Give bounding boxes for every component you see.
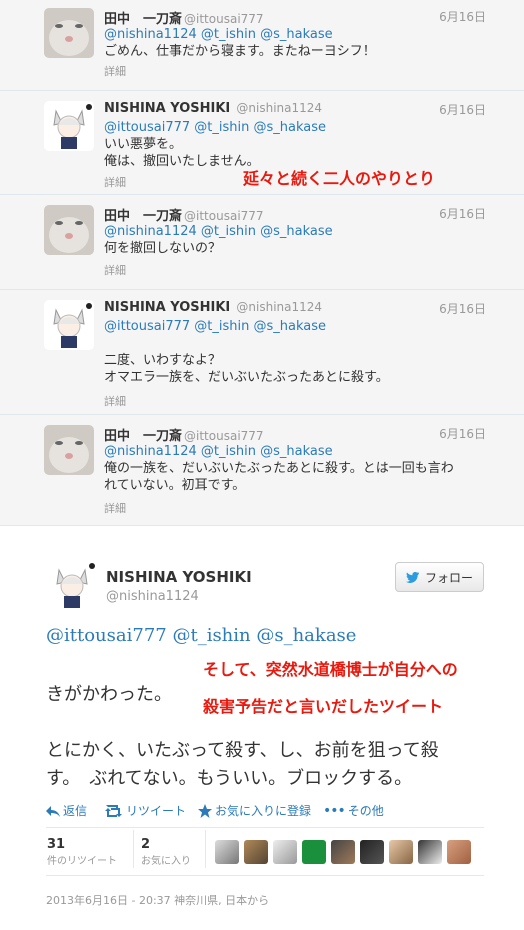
detail-link[interactable]: 詳細 xyxy=(104,262,126,278)
retweeter-avatar[interactable] xyxy=(302,840,326,864)
reply-action[interactable]: 返信 xyxy=(46,802,87,819)
tweet-mentions[interactable]: @ittousai777 @t_ishin @s_hakase xyxy=(104,119,504,136)
tweet-author-handle[interactable]: @nishina1124 xyxy=(236,300,322,314)
reply-tweet[interactable]: 田中 一刀斎 @ittousai777 6月16日 @nishina1124 @t… xyxy=(0,415,524,526)
stat-divider xyxy=(133,830,134,868)
tweet-date[interactable]: 6月16日 xyxy=(439,300,486,317)
tweet-author-name[interactable]: 田中 一刀斎 xyxy=(104,429,182,444)
tweet-author-handle[interactable]: @ittousai777 xyxy=(184,429,264,443)
favorite-count[interactable]: 2 お気に入り xyxy=(141,837,191,867)
retweet-count[interactable]: 31 件のリツイート xyxy=(47,837,117,867)
retweeter-avatar[interactable] xyxy=(273,840,297,864)
retweeter-avatar[interactable] xyxy=(215,840,239,864)
tweet-author-name[interactable]: NISHINA YOSHIKI xyxy=(104,101,230,116)
divider xyxy=(46,875,484,876)
divider xyxy=(46,827,484,828)
retweeter-avatar[interactable] xyxy=(360,840,384,864)
main-mentions[interactable]: @ittousai777 @t_ishin @s_hakase xyxy=(46,625,356,646)
cat-avatar[interactable] xyxy=(44,8,94,58)
anime-avatar[interactable] xyxy=(44,300,94,350)
main-author-name[interactable]: NISHINA YOSHIKI xyxy=(106,568,252,586)
tweet-timestamp[interactable]: 2013年6月16日 - 20:37 神奈川県, 日本から xyxy=(46,892,269,908)
cat-avatar[interactable] xyxy=(44,205,94,255)
retweeter-avatar[interactable] xyxy=(418,840,442,864)
tweet-author-handle[interactable]: @ittousai777 xyxy=(184,12,264,26)
reply-tweet[interactable]: 田中 一刀斎 @ittousai777 6月16日 @nishina1124 @t… xyxy=(0,0,524,91)
reply-label: 返信 xyxy=(63,804,88,818)
retweeter-avatar[interactable] xyxy=(244,840,268,864)
follow-button[interactable]: フォロー xyxy=(395,562,484,592)
retweet-count-value: 31 xyxy=(47,837,66,852)
tweet-text-line: いい悪夢を。 xyxy=(104,137,183,152)
retweet-label: リツイート xyxy=(126,804,187,818)
detail-link[interactable]: 詳細 xyxy=(104,393,126,409)
main-tweet: NISHINA YOSHIKI @nishina1124 フォロー @ittou… xyxy=(0,540,524,930)
tweet-mentions[interactable]: @nishina1124 @t_ishin @s_hakase xyxy=(104,223,504,240)
reply-tweet[interactable]: 田中 一刀斎 @ittousai777 6月16日 @nishina1124 @t… xyxy=(0,195,524,290)
conversation-thread: 田中 一刀斎 @ittousai777 6月16日 @nishina1124 @t… xyxy=(0,0,524,526)
tweet-author-name[interactable]: 田中 一刀斎 xyxy=(104,12,182,27)
tweet-text-line: 二度、いわすなよ？ xyxy=(104,353,222,368)
favorite-count-value: 2 xyxy=(141,837,151,852)
main-author-handle[interactable]: @nishina1124 xyxy=(106,589,199,604)
retweet-count-label: 件のリツイート xyxy=(47,856,117,867)
tweet-date[interactable]: 6月16日 xyxy=(439,8,486,25)
bird-icon xyxy=(405,572,419,583)
retweet-icon xyxy=(105,804,122,817)
tweet-date[interactable]: 6月16日 xyxy=(439,425,486,442)
favorite-count-label: お気に入り xyxy=(141,856,191,867)
anime-avatar[interactable] xyxy=(44,101,94,151)
reply-tweet[interactable]: NISHINA YOSHIKI @nishina1124 6月16日 @itto… xyxy=(0,290,524,415)
tweet-author-handle[interactable]: @ittousai777 xyxy=(184,209,264,223)
annotation-hakase-line2: 殺害予告だと言いだしたツイート xyxy=(203,697,444,716)
stat-divider xyxy=(205,830,206,868)
main-text-line: とにかく、いたぶって殺す、し、お前を狙って殺 xyxy=(46,740,439,761)
tweet-text-line: れていない。初耳です。 xyxy=(104,478,246,493)
tweet-author-handle[interactable]: @nishina1124 xyxy=(236,101,322,115)
reply-tweet[interactable]: NISHINA YOSHIKI @nishina1124 6月16日 @itto… xyxy=(0,91,524,195)
tweet-text-line: オマエラ一族を、だいぶいたぶったあとに殺す。 xyxy=(104,370,389,385)
reply-icon xyxy=(46,805,60,817)
star-icon xyxy=(198,803,212,818)
annotation-hakase-line1: そして、突然水道橋博士が自分への xyxy=(203,660,458,679)
tweet-author-name[interactable]: NISHINA YOSHIKI xyxy=(104,300,230,315)
follow-button-label: フォロー xyxy=(424,570,473,585)
tweet-mentions[interactable]: @nishina1124 @t_ishin @s_hakase xyxy=(104,26,504,43)
tweet-mentions[interactable]: @nishina1124 @t_ishin @s_hakase xyxy=(104,443,504,460)
tweet-date[interactable]: 6月16日 xyxy=(439,205,486,222)
retweeter-avatar[interactable] xyxy=(447,840,471,864)
more-label: その他 xyxy=(347,804,384,818)
tweet-date[interactable]: 6月16日 xyxy=(439,101,486,118)
tweet-author-name[interactable]: 田中 一刀斎 xyxy=(104,209,182,224)
tweet-text-line: 俺の一族を、だいぶいたぶったあとに殺す。とは一回も言わ xyxy=(104,461,454,476)
more-dots-icon: ••• xyxy=(323,802,346,819)
tweet-text-line: ごめん、仕事だから寝ます。またねーヨシフ！ xyxy=(104,44,376,59)
favorite-label: お気に入りに登録 xyxy=(215,804,312,818)
detail-link[interactable]: 詳細 xyxy=(104,174,126,190)
main-text-line: す。 ぶれてない。もういい。ブロックする。 xyxy=(46,768,413,789)
favorite-action[interactable]: お気に入りに登録 xyxy=(198,802,311,819)
detail-link[interactable]: 詳細 xyxy=(104,63,126,79)
detail-link[interactable]: 詳細 xyxy=(104,500,126,516)
retweeter-avatar[interactable] xyxy=(331,840,355,864)
tweet-text-line: 何を撤回しないの？ xyxy=(104,241,222,256)
annotation-exchange: 延々と続く二人のやりとり xyxy=(243,169,436,188)
tweet-mentions[interactable]: @ittousai777 @t_ishin @s_hakase xyxy=(104,318,504,335)
more-action[interactable]: ••• その他 xyxy=(323,802,384,819)
anime-avatar[interactable] xyxy=(47,560,97,610)
main-text-line: きがかわった。 xyxy=(46,684,172,705)
retweet-action[interactable]: リツイート xyxy=(105,802,186,819)
retweeter-avatar[interactable] xyxy=(389,840,413,864)
cat-avatar[interactable] xyxy=(44,425,94,475)
